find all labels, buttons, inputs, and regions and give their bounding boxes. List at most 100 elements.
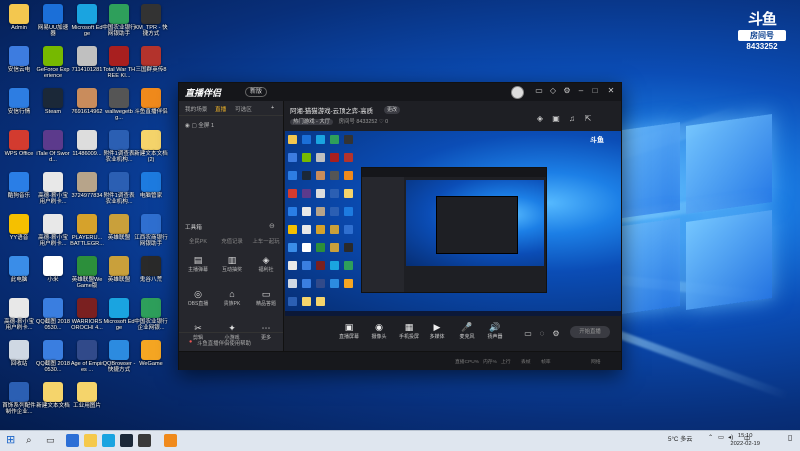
share-screen-icon[interactable]: ▣ — [552, 115, 560, 123]
source-button[interactable]: ◉ 摄像头 — [366, 322, 392, 340]
desktop-icon[interactable]: 网易UU加速器 — [36, 4, 70, 38]
tool-item[interactable]: ⌂ 贵族PK — [217, 289, 247, 307]
desktop-icon[interactable]: 英雄联盟 — [102, 214, 136, 241]
settings-icon[interactable]: ⚙ — [563, 87, 571, 95]
search-icon[interactable]: ⌕ — [26, 434, 39, 447]
tool-ride-together[interactable]: 上车一起玩 — [249, 237, 283, 245]
close-icon[interactable]: ✕ — [607, 87, 615, 95]
desktop-icon[interactable]: 3724977834 — [70, 172, 104, 199]
start-live-button[interactable]: 开始直播 — [570, 326, 610, 338]
desktop-icon[interactable]: 附件1调查表农业机构... — [102, 172, 136, 206]
tray-arrow-icon[interactable]: ⌃ — [708, 434, 713, 441]
tab-my-scenes[interactable]: 我的场景 — [185, 105, 207, 113]
source-button[interactable]: 🎤 麦克风 — [454, 322, 480, 340]
desktop-icon[interactable]: 英雄联盟WeGame版 — [70, 256, 104, 290]
desktop-icon[interactable]: Steam — [36, 88, 70, 115]
desktop-icon[interactable]: Microsoft Edge — [70, 4, 104, 38]
steam-icon[interactable] — [120, 434, 133, 447]
source-button[interactable]: ▦ 手机投屏 — [396, 322, 422, 340]
notification-icon[interactable]: ♫ — [568, 115, 576, 123]
desktop-icon[interactable]: 高德-薪小宝用户刷卡... — [36, 172, 70, 206]
desktop-icon[interactable]: 三国群英传8 — [134, 46, 168, 73]
desktop-icon[interactable]: Microsoft Edge — [102, 298, 136, 332]
desktop-icon[interactable]: 英雄联盟 — [102, 256, 136, 283]
desktop-icon[interactable]: Admin — [2, 4, 36, 31]
desktop-icon[interactable]: KM_TPR - 快捷方式 — [134, 4, 168, 38]
category-tag[interactable]: 热门游戏 - 大厅 — [290, 119, 334, 125]
help-footer[interactable]: ● 斗鱼直播伴侣使用帮助 — [179, 332, 283, 351]
network-icon[interactable]: ▭ — [718, 434, 724, 441]
source-button[interactable]: ▶ 多媒体 — [424, 322, 450, 340]
desktop-icon[interactable]: YY语音 — [2, 214, 36, 241]
desktop-icon[interactable]: QQ截图 20180530... — [36, 340, 70, 374]
share-icon[interactable]: ⇱ — [584, 115, 592, 123]
desktop-icon[interactable]: WARRIORS OROCHI 4... — [70, 298, 104, 332]
gift-icon[interactable]: ◇ — [549, 87, 557, 95]
notification-icon[interactable]: ▯ — [788, 433, 792, 442]
weather-widget[interactable]: 5°C 多云 — [668, 434, 692, 443]
desktop-icon[interactable]: 11486009... — [70, 130, 104, 157]
desktop-icon[interactable]: 工业用图片 — [70, 382, 104, 409]
gear-icon[interactable]: ⚙ — [552, 330, 560, 338]
tool-item[interactable]: ◎ OBS直播 — [183, 289, 213, 307]
room-title[interactable]: 阿湘-猫猫游戏-云顶之弈-高质 — [290, 106, 373, 115]
desktop-icon[interactable]: 鬼谷八荒 — [134, 256, 168, 283]
desktop-icon[interactable]: 江西农商银行网银助手 — [134, 214, 168, 248]
tool-item[interactable]: ▥ 互动抽奖 — [217, 255, 247, 273]
taskbar-app-5-icon[interactable] — [138, 434, 151, 447]
eye-icon[interactable]: ◉ — [185, 123, 190, 129]
source-button[interactable]: ▣ 直播屏幕 — [336, 322, 362, 340]
desktop-icon[interactable]: PLAYERU... BATTLEGR... — [70, 214, 104, 248]
file-explorer-icon[interactable] — [84, 434, 97, 447]
desktop-icon[interactable]: 附件1调查表农业机构... — [102, 130, 136, 164]
desktop-icon[interactable]: wallwegetbg... — [102, 88, 136, 122]
taskbar-app-1-icon[interactable] — [66, 434, 79, 447]
message-icon[interactable]: ▭ — [535, 87, 543, 95]
desktop-icon[interactable]: QQBrowser - 快捷方式 — [102, 340, 136, 374]
toolbox-more-icon[interactable]: ⊖ — [269, 222, 275, 230]
tool-item[interactable]: ▤ 主播弹幕 — [183, 255, 213, 273]
desktop-icon[interactable]: 首饰系列配件制作企业... — [2, 382, 36, 416]
desktop-icon[interactable]: 高德-薪小宝用户刷卡... — [36, 214, 70, 248]
system-clock[interactable]: 15:10 2022-02-19 — [730, 433, 760, 448]
desktop-icon[interactable]: 7691614962 — [70, 88, 104, 115]
tool-item[interactable]: ▭ 精品答题 — [251, 289, 281, 307]
desktop-icon[interactable]: 小米 — [36, 256, 70, 283]
edit-title-button[interactable]: 更改 — [384, 106, 401, 114]
desktop-icon[interactable]: 酷狗音乐 — [2, 172, 36, 199]
desktop-icon[interactable]: 此电脑 — [2, 256, 36, 283]
desktop-icon[interactable]: 斗鱼直播伴侣 — [134, 88, 168, 115]
desktop-icon[interactable]: iTale Of Sword... — [36, 130, 70, 164]
record-icon[interactable]: ▭ — [524, 330, 532, 338]
desktop-icon[interactable]: QQ截图 20180530... — [36, 298, 70, 332]
desktop-icon[interactable]: WeGame — [134, 340, 168, 367]
source-button[interactable]: 🔊 扬声器 — [482, 322, 508, 340]
maximize-icon[interactable]: □ — [591, 87, 599, 95]
minimize-icon[interactable]: – — [577, 87, 585, 95]
avatar[interactable] — [511, 86, 524, 99]
desktop-icon[interactable]: 安信行情 — [2, 88, 36, 115]
gift-icon[interactable]: ◈ — [536, 115, 544, 123]
tool-recharge[interactable]: 充值记录 — [215, 237, 249, 245]
desktop-icon[interactable]: 安信云电 — [2, 46, 36, 73]
version-badge[interactable]: 新版 — [245, 87, 268, 97]
task-view-icon[interactable]: ▭ — [46, 434, 59, 447]
desktop-icon[interactable]: 回收站 — [2, 340, 36, 367]
scene-item[interactable]: ◉ ▢ 全屏 1 — [185, 121, 214, 129]
tab-live[interactable]: 直播 — [215, 105, 226, 113]
desktop-icon[interactable]: 中国农业银行企业网银... — [134, 298, 168, 332]
desktop-icon[interactable]: Total War THREE KI... — [102, 46, 136, 80]
desktop-icon[interactable]: Age of Empires ... — [70, 340, 104, 374]
desktop-icon[interactable]: GeForce Experience — [36, 46, 70, 80]
douyu-taskbar-icon[interactable] — [164, 434, 177, 447]
tool-item[interactable]: ◈ 福利社 — [251, 255, 281, 273]
beauty-icon[interactable]: ◌ — [538, 330, 546, 338]
add-scene-icon[interactable]: + — [271, 105, 274, 111]
stream-preview[interactable]: 斗鱼 — [285, 131, 621, 311]
desktop-icon[interactable]: 电脑管家 — [134, 172, 168, 199]
desktop-icon[interactable]: 新建文本文档 — [36, 382, 70, 409]
desktop-icon[interactable]: WPS Office — [2, 130, 36, 157]
desktop-icon[interactable]: 新建文本文档 (2) — [134, 130, 168, 164]
desktop-icon[interactable]: 中国农业银行网银助手 — [102, 4, 136, 38]
edge-icon[interactable] — [102, 434, 115, 447]
